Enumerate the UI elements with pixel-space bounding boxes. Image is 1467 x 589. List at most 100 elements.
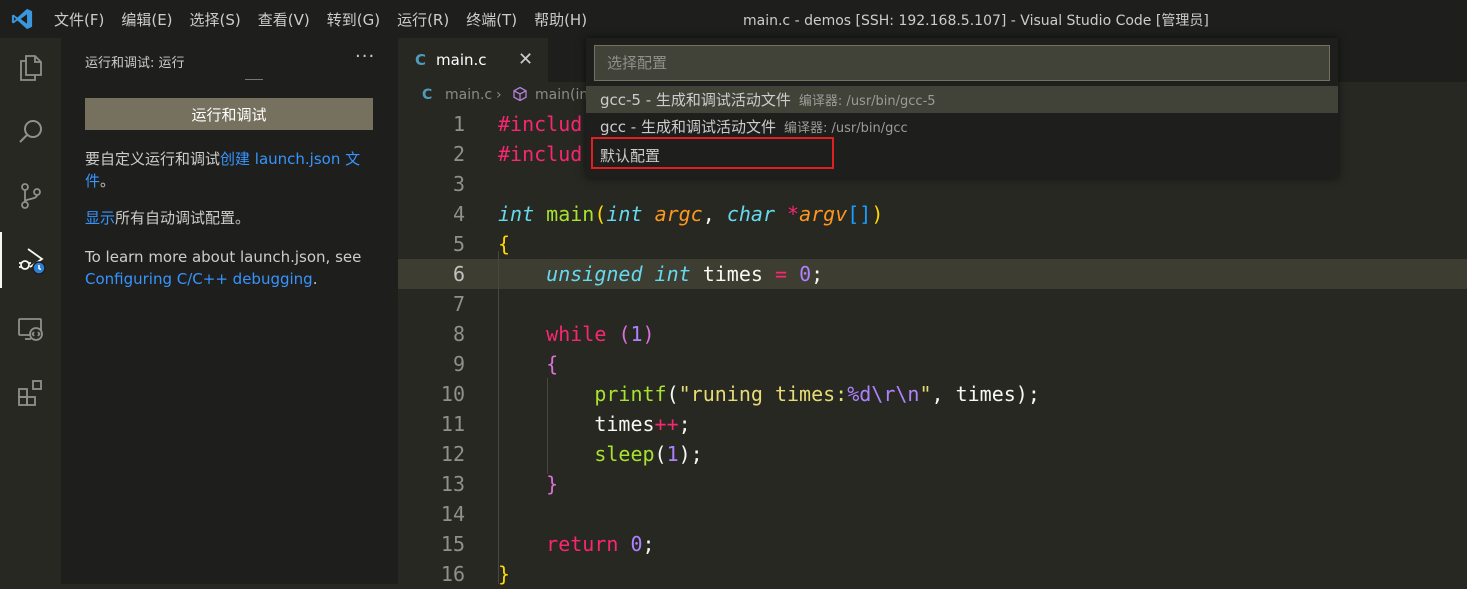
line-number: 10 (440, 382, 465, 406)
c-file-icon: C (422, 87, 433, 103)
code-token: argv (799, 202, 848, 226)
code-line[interactable]: 6 unsigned int times = 0; (398, 259, 1467, 289)
line-number: 13 (440, 472, 465, 496)
code-token: * (787, 202, 800, 226)
line-number: 11 (440, 412, 465, 436)
activity-explorer[interactable] (0, 40, 61, 96)
code-line[interactable]: 16} (398, 559, 1467, 589)
code-token: "runing times: (678, 382, 848, 406)
quick-pick-item[interactable]: 默认配置 (586, 140, 1338, 167)
learn-more-label: To learn more about launch.json, see (85, 248, 362, 266)
code-line[interactable]: 7 (398, 289, 1467, 319)
files-icon (19, 55, 42, 81)
code-token: ( (666, 382, 679, 406)
menu-selection[interactable]: 选择(S) (190, 9, 241, 30)
activity-extensions[interactable] (0, 365, 61, 421)
menu-run[interactable]: 运行(R) (397, 9, 449, 30)
code-text: return 0; (498, 529, 655, 559)
code-line[interactable]: 11 times++; (398, 409, 1467, 439)
line-number: 5 (452, 232, 465, 256)
customize-text: 要自定义运行和调试创建 launch.json 文件。 (85, 148, 385, 192)
activity-source-control[interactable] (0, 168, 61, 224)
code-token: unsigned (546, 262, 643, 286)
sidebar-divider (245, 79, 263, 80)
menu-go[interactable]: 转到(G) (327, 9, 380, 30)
line-number: 2 (452, 142, 465, 166)
code-token: = (774, 262, 788, 286)
quick-pick-input[interactable] (594, 45, 1330, 81)
search-icon (18, 120, 42, 143)
breadcrumb-symbol[interactable]: main(in (535, 87, 588, 103)
sidebar-title: 运行和调试: 运行 (85, 56, 185, 71)
code-text: { (498, 349, 558, 379)
code-text: sleep(1); (498, 439, 702, 469)
activity-run-debug[interactable] (0, 232, 61, 288)
code-token: #includ (498, 142, 583, 166)
quick-pick-item-label: gcc - 生成和调试活动文件 编译器: /usr/bin/gcc (600, 116, 908, 137)
line-number: 16 (440, 562, 465, 586)
code-editor[interactable]: 1 #includ 2 #includ 3 4 int main(int argc, cha… (398, 108, 1467, 586)
indent-guide (547, 378, 548, 474)
code-line[interactable]: 8 while (1) (398, 319, 1467, 349)
code-token: " (919, 382, 932, 406)
close-icon[interactable]: ✕ (518, 49, 533, 70)
title-bar: 文件(F) 编辑(E) 选择(S) 查看(V) 转到(G) 运行(R) 终端(T… (0, 0, 1467, 38)
code-text: while (1) (498, 319, 654, 349)
tab-main-c[interactable]: C main.c ✕ (398, 38, 548, 82)
configuring-cpp-debugging-link[interactable]: Configuring C/C++ debugging (85, 270, 313, 288)
line-number: 4 (452, 202, 465, 226)
indent-guide (498, 251, 499, 584)
menu-view[interactable]: 查看(V) (258, 9, 310, 30)
activity-remote-explorer[interactable] (0, 301, 61, 357)
code-token: int (606, 202, 643, 226)
window-title: main.c - demos [SSH: 192.168.5.107] - Vi… (743, 13, 1209, 29)
more-actions-icon[interactable]: ··· (355, 46, 375, 67)
learn-more-period: . (312, 270, 318, 288)
activity-search[interactable] (0, 104, 61, 160)
code-token: } (546, 472, 559, 496)
item-label-text: gcc-5 - 生成和调试活动文件 (600, 91, 791, 109)
quick-pick-item[interactable]: gcc - 生成和调试活动文件 编译器: /usr/bin/gcc (586, 113, 1338, 140)
code-line[interactable]: 5{ (398, 229, 1467, 259)
menu-edit[interactable]: 编辑(E) (121, 9, 172, 30)
menu-help[interactable]: 帮助(H) (534, 9, 587, 30)
code-token: ++ (654, 412, 679, 436)
learn-more-text: To learn more about launch.json, see Conf… (85, 246, 385, 290)
breadcrumb-file[interactable]: main.c (445, 87, 492, 103)
quick-pick-item[interactable]: gcc-5 - 生成和调试活动文件 编译器: /usr/bin/gcc-5 (586, 86, 1338, 113)
code-line[interactable]: 10 printf("runing times:%d\r\n", times); (398, 379, 1467, 409)
customize-text-before: 要自定义运行和调试 (85, 150, 221, 168)
run-and-debug-button[interactable]: 运行和调试 (85, 98, 373, 130)
remote-explorer-icon (17, 318, 43, 341)
code-token: ; (642, 532, 655, 556)
code-text: times++; (498, 409, 690, 439)
item-description: 编译器: /usr/bin/gcc-5 (798, 94, 936, 109)
code-line[interactable]: 12 sleep(1); (398, 439, 1467, 469)
code-token: , (702, 202, 727, 226)
code-token: ( (654, 442, 667, 466)
line-number: 7 (452, 292, 465, 316)
code-token: [] (847, 202, 872, 226)
line-number: 1 (452, 112, 465, 136)
code-line[interactable]: 9 { (398, 349, 1467, 379)
extensions-icon (17, 380, 42, 406)
menu-file[interactable]: 文件(F) (54, 9, 104, 30)
code-token: ; (811, 262, 824, 286)
quick-pick-item-label: 默认配置 (600, 145, 660, 166)
show-all-configs-link[interactable]: 显示 (85, 209, 115, 227)
item-description: 编译器: /usr/bin/gcc (783, 121, 908, 136)
menu-terminal[interactable]: 终端(T) (466, 9, 517, 30)
code-line[interactable]: 4 int main(int argc, char *argv[]) (398, 199, 1467, 229)
code-line[interactable]: 14 (398, 499, 1467, 529)
code-token: times (498, 412, 655, 436)
code-line[interactable]: 13 } (398, 469, 1467, 499)
tab-label: main.c (436, 51, 487, 69)
code-line[interactable]: 15 return 0; (398, 529, 1467, 559)
